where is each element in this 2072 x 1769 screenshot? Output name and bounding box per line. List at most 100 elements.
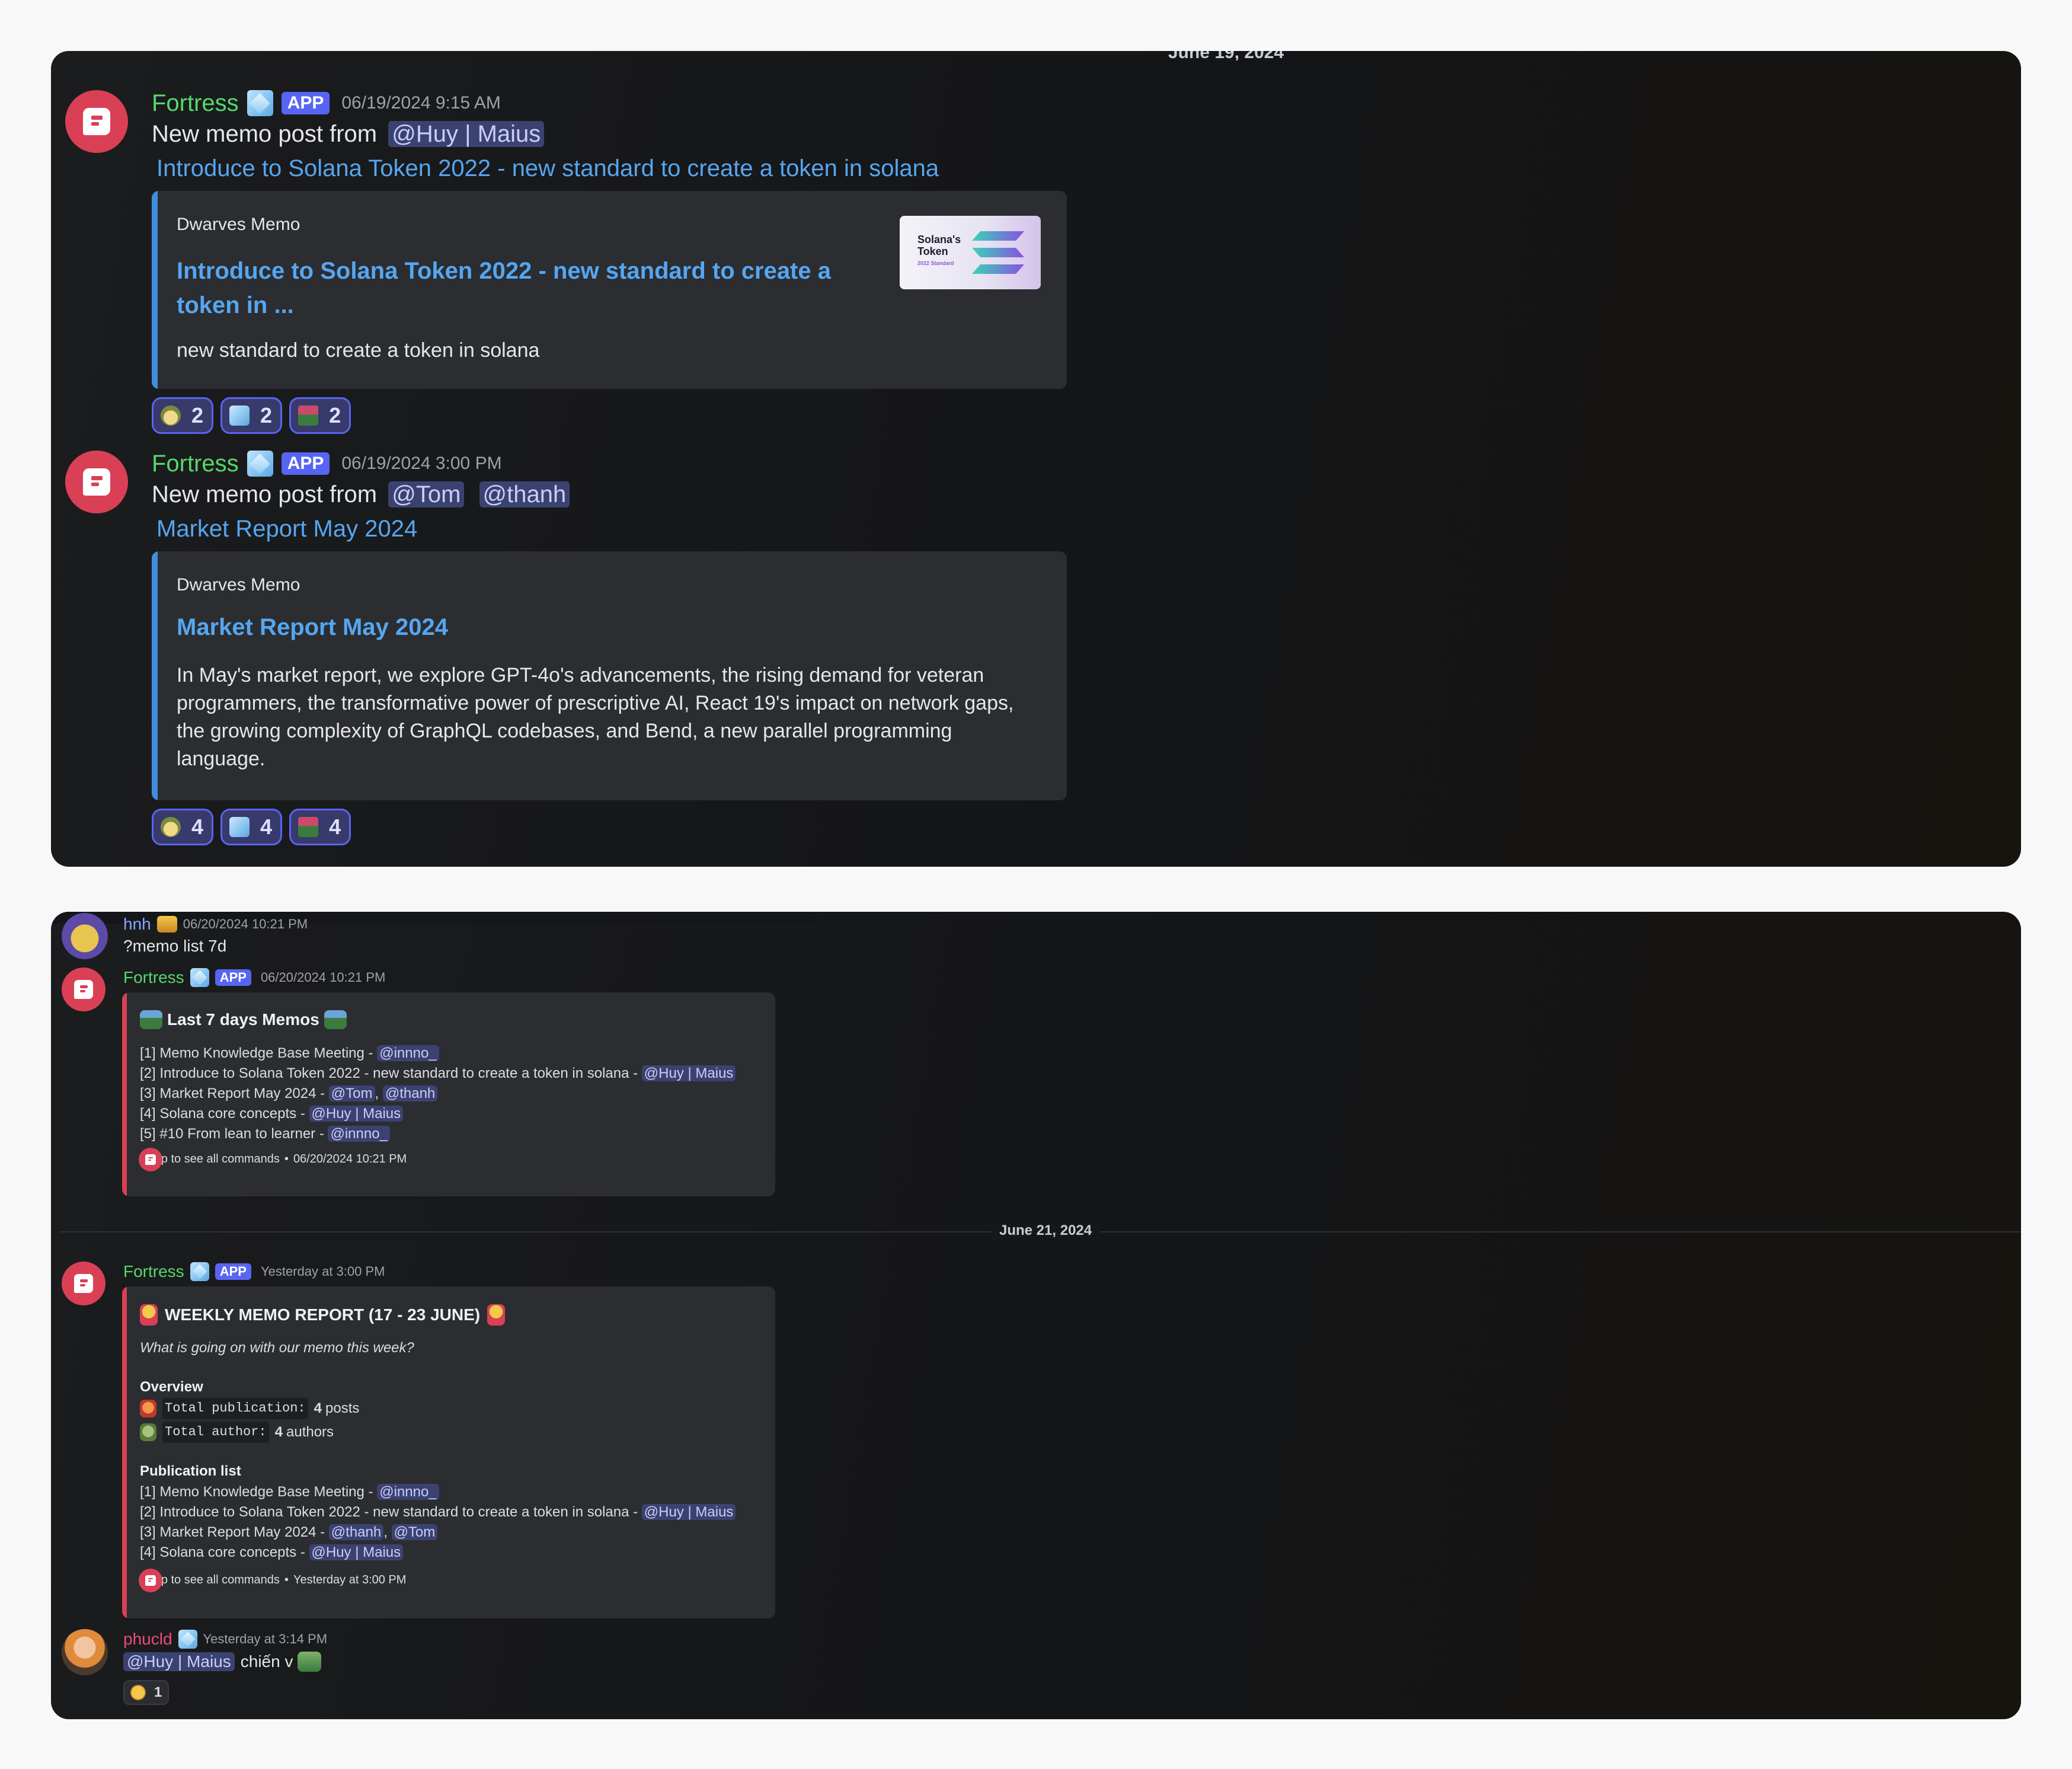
message-text: ?memo list 7d	[123, 937, 227, 955]
timestamp[interactable]: 06/19/2024 3:00 PM	[341, 454, 501, 474]
fortress-avatar[interactable]	[65, 451, 128, 513]
memo-list: [1] Memo Knowledge Base Meeting - @innno…	[140, 1043, 736, 1144]
money-stack-icon	[140, 1010, 162, 1029]
timestamp[interactable]: 06/19/2024 9:15 AM	[341, 93, 501, 113]
fortress-avatar[interactable]	[62, 1262, 105, 1305]
reaction-pineapple[interactable]: 4	[152, 809, 214, 845]
author-name[interactable]: Fortress	[152, 451, 239, 477]
pineapple-face-icon	[161, 405, 181, 426]
author-name[interactable]: hnh	[123, 915, 151, 934]
fortress-avatar[interactable]	[65, 90, 128, 153]
memo-link[interactable]: Market Report May 2024	[156, 516, 417, 542]
reaction-thinking[interactable]: 1	[123, 1680, 170, 1705]
ice-cube-icon	[178, 1630, 197, 1649]
reaction-ice-cube[interactable]: 2	[220, 397, 283, 434]
embed-title-line-2[interactable]: token in ...	[177, 288, 831, 322]
reaction-money-stack[interactable]: 2	[289, 397, 351, 434]
overview-item: Total author: 4 authors	[140, 1422, 359, 1443]
user-mention[interactable]: @thanh	[328, 1524, 384, 1540]
message-prefix: New memo post from	[152, 121, 378, 147]
list-item: [5] #10 From lean to learner - @innno_	[140, 1124, 736, 1144]
user-mention[interactable]: @innno_	[377, 1484, 439, 1500]
fortress-footer-avatar	[139, 1568, 162, 1592]
fortress-logo-icon	[145, 1575, 156, 1586]
embed-accent-bar	[152, 551, 158, 800]
solana-logo-icon	[972, 231, 1024, 274]
user-mention[interactable]: @Huy | Maius	[123, 1652, 235, 1671]
ice-cube-icon	[190, 1262, 209, 1281]
date-divider-label: June 21, 2024	[991, 1222, 1101, 1239]
publication-list: [1] Memo Knowledge Base Meeting - @innno…	[140, 1482, 736, 1563]
embed-title[interactable]: Market Report May 2024	[177, 614, 448, 641]
embed-description: new standard to create a token in solana	[177, 339, 540, 362]
ice-cube-icon	[229, 817, 250, 837]
message-fortress-report[interactable]: Fortress APP Yesterday at 3:00 PM WEEKLY…	[62, 1262, 891, 1618]
user-mention[interactable]: @thanh	[382, 1085, 438, 1101]
list-item: [2] Introduce to Solana Token 2022 - new…	[140, 1502, 736, 1522]
user-mention[interactable]: @Huy | Maius	[641, 1065, 736, 1081]
timestamp[interactable]: 06/20/2024 10:21 PM	[261, 970, 385, 985]
message-prefix: New memo post from	[152, 481, 378, 507]
list-item: [4] Solana core concepts - @Huy | Maius	[140, 1543, 736, 1563]
report-subtitle: What is going on with our memo this week…	[140, 1340, 414, 1356]
fortress-logo-icon	[83, 108, 110, 135]
list-item: [4] Solana core concepts - @Huy | Maius	[140, 1104, 736, 1124]
reaction-money-stack[interactable]: 4	[289, 809, 351, 845]
author-name[interactable]: Fortress	[152, 90, 239, 117]
message-fortress-list[interactable]: Fortress APP 06/20/2024 10:21 PM Last 7 …	[62, 967, 891, 1252]
embed-thumbnail[interactable]: Solana's Token 2022 Standard	[900, 216, 1041, 289]
phucld-avatar[interactable]	[62, 1629, 108, 1675]
app-badge: APP	[281, 92, 330, 114]
fortress-avatar[interactable]	[62, 967, 105, 1011]
message-fortress-2[interactable]: Fortress APP 06/19/2024 3:00 PM New memo…	[65, 451, 1132, 854]
timestamp[interactable]: Yesterday at 3:00 PM	[261, 1264, 385, 1279]
reactions-row: 4 4 4	[152, 809, 358, 845]
author-name[interactable]: Fortress	[123, 1262, 184, 1281]
hnh-avatar[interactable]	[62, 913, 108, 959]
user-mention[interactable]: @Huy | Maius	[309, 1544, 404, 1560]
user-mention[interactable]: @Huy | Maius	[309, 1106, 404, 1122]
chat-panel-bottom: hnh 06/20/2024 10:21 PM ?memo list 7d Fo…	[51, 912, 2021, 1719]
user-mention[interactable]: @Tom	[391, 1524, 438, 1540]
embed-title[interactable]: Introduce to Solana Token 2022 - new sta…	[177, 254, 831, 322]
timestamp[interactable]: 06/20/2024 10:21 PM	[183, 917, 308, 932]
author-icon	[140, 1423, 156, 1441]
author-name[interactable]: Fortress	[123, 968, 184, 987]
timestamp[interactable]: Yesterday at 3:14 PM	[203, 1631, 328, 1647]
app-badge: APP	[215, 969, 251, 986]
message-phucld[interactable]: phucld Yesterday at 3:14 PM @Huy | Maius…	[62, 1629, 891, 1712]
embed-footer: ?help to see all commands • 06/20/2024 10:…	[139, 1147, 407, 1171]
embed-card: WEEKLY MEMO REPORT (17 - 23 JUNE) What i…	[122, 1286, 775, 1618]
reaction-pineapple[interactable]: 2	[152, 397, 214, 434]
message-hnh[interactable]: hnh 06/20/2024 10:21 PM ?memo list 7d	[62, 912, 891, 965]
reaction-ice-cube[interactable]: 4	[220, 809, 283, 845]
thumbnail-text: Solana's Token 2022 Standard	[917, 234, 961, 266]
memo-link[interactable]: Introduce to Solana Token 2022 - new sta…	[156, 155, 939, 182]
user-mention[interactable]: @Tom	[388, 481, 465, 507]
overview-item: Total publication: 4 posts	[140, 1398, 359, 1419]
message-fortress-1[interactable]: Fortress APP 06/19/2024 9:15 AM New memo…	[65, 90, 1132, 470]
footer-timestamp: Yesterday at 3:00 PM	[293, 1573, 407, 1586]
embed-card: Dwarves Memo Market Report May 2024 In M…	[152, 551, 1067, 800]
medal-icon	[140, 1304, 158, 1326]
embed-accent-bar	[122, 992, 127, 1196]
embed-provider[interactable]: Dwarves Memo	[177, 575, 300, 595]
fortress-logo-icon	[83, 468, 110, 496]
user-mention[interactable]: @innno_	[328, 1126, 390, 1142]
fortress-logo-icon	[74, 1274, 93, 1293]
user-mention[interactable]: @thanh	[479, 481, 570, 507]
user-mention[interactable]: @Huy | Maius	[388, 121, 545, 147]
chat-panel-top: June 19, 2024 Fortress APP 06/19/2024 9:…	[51, 51, 2021, 867]
ice-cube-icon	[229, 405, 250, 426]
overview-list: Total publication: 4 posts Total author:…	[140, 1398, 359, 1443]
embed-title-line-1[interactable]: Introduce to Solana Token 2022 - new sta…	[177, 254, 831, 288]
user-mention[interactable]: @Tom	[328, 1085, 375, 1101]
author-name[interactable]: phucld	[123, 1630, 172, 1649]
embed-title: WEEKLY MEMO REPORT (17 - 23 JUNE)	[140, 1304, 506, 1326]
user-mention[interactable]: @Huy | Maius	[641, 1504, 736, 1520]
message-body: chiến v	[240, 1652, 293, 1671]
user-mention[interactable]: @innno_	[377, 1045, 439, 1061]
embed-description: In May's market report, we explore GPT-4…	[177, 664, 1014, 770]
footer-timestamp: 06/20/2024 10:21 PM	[293, 1152, 407, 1166]
embed-provider[interactable]: Dwarves Memo	[177, 215, 300, 235]
